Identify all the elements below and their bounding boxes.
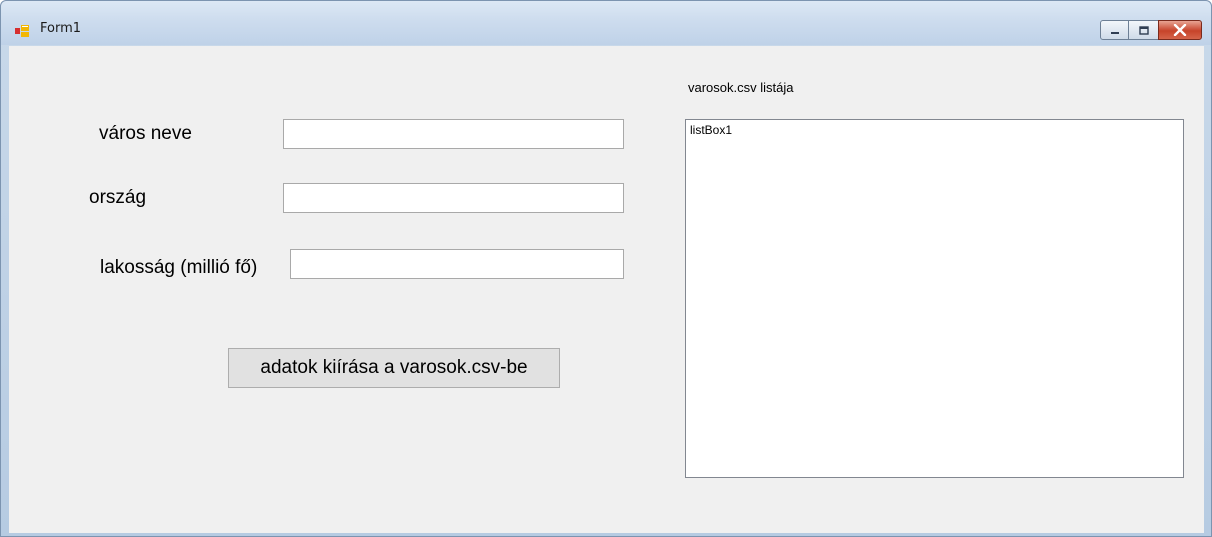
window-title: Form1 xyxy=(40,21,82,36)
list-item[interactable]: listBox1 xyxy=(690,123,1179,137)
city-label: város neve xyxy=(99,123,192,144)
population-input[interactable] xyxy=(290,249,624,279)
close-icon xyxy=(1173,21,1187,40)
form-client-area: város neve ország lakosság (millió fő) a… xyxy=(9,46,1204,533)
maximize-button[interactable] xyxy=(1129,20,1158,40)
write-csv-button[interactable]: adatok kiírása a varosok.csv-be xyxy=(228,348,560,388)
close-button[interactable] xyxy=(1158,20,1202,40)
city-name-input[interactable] xyxy=(283,119,624,149)
form-app-icon xyxy=(15,22,29,37)
country-input[interactable] xyxy=(283,183,624,213)
minimize-button[interactable] xyxy=(1100,20,1129,40)
title-bar[interactable]: Form1 xyxy=(1,1,1211,45)
list-title-label: varosok.csv listája xyxy=(688,80,794,95)
city-listbox[interactable]: listBox1 xyxy=(685,119,1184,478)
population-label: lakosság (millió fő) xyxy=(100,257,258,278)
maximize-icon xyxy=(1138,21,1150,40)
country-label: ország xyxy=(89,187,147,208)
window-controls xyxy=(1100,20,1202,42)
minimize-icon xyxy=(1109,21,1121,40)
app-window: Form1 város neve ország lakosság (millió… xyxy=(0,0,1212,537)
